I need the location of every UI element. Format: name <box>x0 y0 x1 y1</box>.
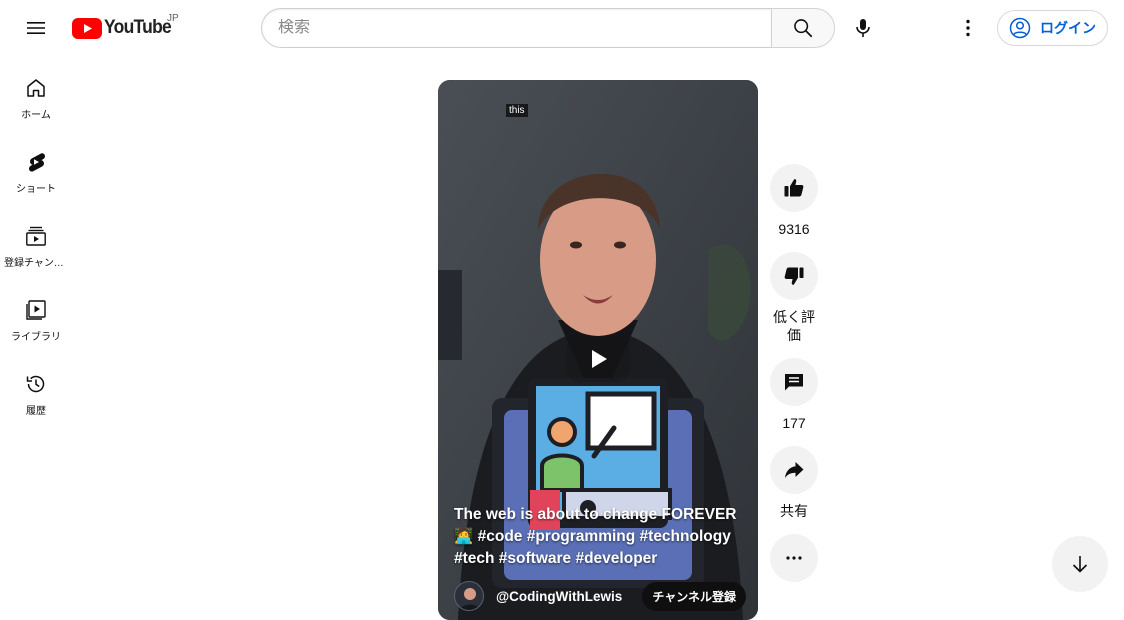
play-button[interactable] <box>566 336 630 382</box>
sidebar-item-label: ホーム <box>21 110 51 121</box>
next-video-button[interactable] <box>1052 536 1108 592</box>
play-icon <box>592 350 607 368</box>
microphone-icon <box>856 19 870 37</box>
share-button[interactable] <box>770 446 818 494</box>
sidebar-item-label: ライブラリ <box>11 332 61 343</box>
hamburger-icon <box>27 22 45 34</box>
search-button[interactable] <box>771 8 835 48</box>
logo-wordmark: YouTube <box>104 17 172 38</box>
mini-guide: ホーム ショート 登録チャンネル ライブラリ 履歴 <box>0 56 72 426</box>
arrow-down-icon <box>1072 556 1088 573</box>
account-circle-icon <box>1009 17 1031 39</box>
comment-count: 177 <box>782 415 806 431</box>
shorts-player[interactable]: this The web is about to change FOREVER … <box>438 80 758 620</box>
subscriptions-icon <box>26 226 46 246</box>
comment-action: 177 <box>769 358 819 432</box>
guide-menu-button[interactable] <box>16 8 56 48</box>
sidebar-item-subscriptions[interactable]: 登録チャンネル <box>0 204 72 278</box>
search-input[interactable] <box>278 19 771 37</box>
more-actions-button[interactable] <box>770 534 818 582</box>
like-button[interactable] <box>770 164 818 212</box>
subscribe-button[interactable]: チャンネル登録 <box>642 581 746 611</box>
youtube-logo[interactable]: YouTube <box>72 15 177 41</box>
region-code: JP <box>167 13 179 24</box>
dislike-button[interactable] <box>770 252 818 300</box>
history-icon <box>26 375 45 393</box>
share-icon <box>785 462 804 478</box>
shorts-actions: 9316 低く評価 177 共有 <box>769 164 819 596</box>
like-count: 9316 <box>778 221 810 237</box>
avatar-image <box>459 588 481 610</box>
channel-avatar[interactable] <box>454 581 484 611</box>
thumbs-down-icon <box>784 267 804 285</box>
more-horizontal-icon <box>786 556 802 560</box>
share-label: 共有 <box>780 503 808 519</box>
search-box[interactable] <box>261 8 771 48</box>
channel-name[interactable]: @CodingWithLewis <box>496 589 622 604</box>
sidebar-item-home[interactable]: ホーム <box>0 56 72 130</box>
shorts-icon <box>28 153 46 172</box>
voice-search-button[interactable] <box>843 8 883 48</box>
masthead: YouTube JP ログイ <box>0 0 1124 56</box>
caption-word: this <box>506 104 528 117</box>
library-icon <box>26 300 46 320</box>
comment-icon <box>785 374 803 391</box>
comments-button[interactable] <box>770 358 818 406</box>
video-title[interactable]: The web is about to change FOREVER 🧑‍💻 #… <box>454 504 744 570</box>
sidebar-item-shorts[interactable]: ショート <box>0 130 72 204</box>
login-label: ログイン <box>1040 20 1096 36</box>
home-icon <box>27 79 45 97</box>
dislike-label: 低く評価 <box>773 309 815 343</box>
thumbs-up-icon <box>784 179 804 197</box>
channel-row: @CodingWithLewis チャンネル登録 <box>454 581 746 611</box>
sidebar-item-history[interactable]: 履歴 <box>0 352 72 426</box>
search-bar <box>261 8 835 48</box>
dislike-action: 低く評価 <box>769 252 819 344</box>
more-action <box>769 534 819 582</box>
sidebar-item-library[interactable]: ライブラリ <box>0 278 72 352</box>
search-icon <box>794 19 813 38</box>
youtube-play-logo-icon <box>72 17 102 39</box>
login-button[interactable]: ログイン <box>997 10 1108 46</box>
like-action: 9316 <box>769 164 819 238</box>
sidebar-item-label: 登録チャンネル <box>4 258 68 269</box>
share-action: 共有 <box>769 446 819 520</box>
settings-menu-button[interactable] <box>948 8 988 48</box>
sidebar-item-label: ショート <box>16 184 56 195</box>
sidebar-item-label: 履歴 <box>26 406 46 417</box>
more-vertical-icon <box>966 19 970 37</box>
